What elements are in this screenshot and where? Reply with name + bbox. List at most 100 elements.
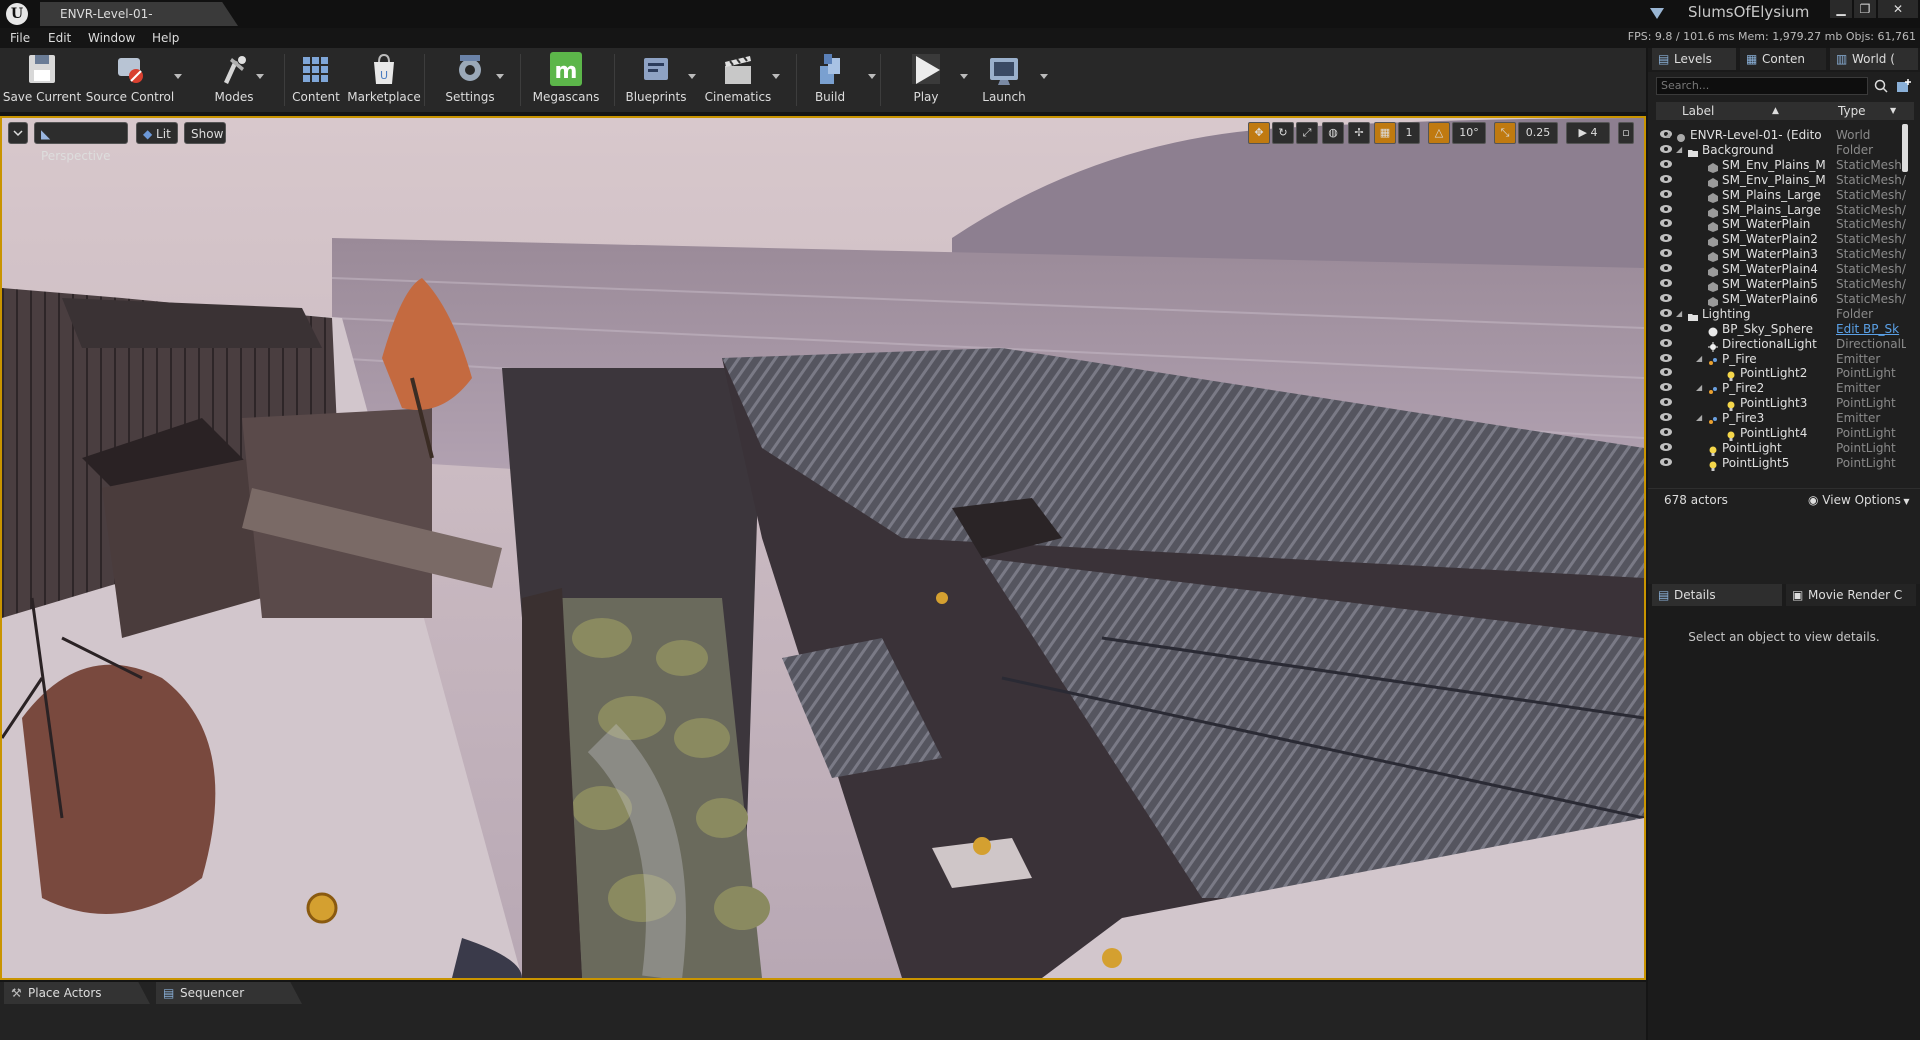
visibility-eye-icon[interactable] [1660,368,1672,377]
visibility-eye-icon[interactable] [1660,338,1672,347]
tab-details[interactable]: ▤ Details [1652,584,1782,606]
launch-icon [990,58,1018,85]
megascans-button[interactable]: m Megascans [530,48,602,112]
modes-dropdown-icon[interactable] [256,74,264,79]
visibility-eye-icon[interactable] [1660,264,1672,273]
visibility-eye-icon[interactable] [1660,457,1672,466]
surface-snap-button[interactable]: ✢ [1348,122,1370,144]
column-type-chevron-icon: ▼ [1890,106,1897,115]
lit-button[interactable]: ◆ Lit [136,122,178,144]
scale-tool-button[interactable]: ⤢ [1296,122,1318,144]
coordinate-system-button[interactable]: ◍ [1322,122,1344,144]
visibility-eye-icon[interactable] [1660,413,1672,422]
menu-window[interactable]: Window [88,28,135,48]
marketplace-icon: U [374,53,394,84]
visibility-eye-icon[interactable] [1660,308,1672,317]
visibility-eye-icon[interactable] [1660,144,1672,153]
add-folder-icon[interactable] [1896,78,1912,94]
play-dropdown-icon[interactable] [960,74,968,79]
save-current-label: Save Current [2,90,82,104]
outliner-row[interactable]: PointLight5 PointLight [1656,454,1906,472]
menu-help[interactable]: Help [152,28,179,48]
rotate-icon: ↻ [1278,126,1288,139]
static-mesh-icon [1708,294,1718,307]
column-label[interactable]: Label [1682,102,1714,120]
visibility-eye-icon[interactable] [1660,219,1672,228]
tab-levels[interactable]: ▤ Levels [1652,48,1736,70]
rotation-snap-value[interactable]: 10° [1452,122,1486,144]
source-control-button[interactable]: Source Control [86,48,182,112]
build-dropdown-icon[interactable] [868,74,876,79]
visibility-eye-icon[interactable] [1660,249,1672,258]
visibility-eye-icon[interactable] [1660,398,1672,407]
translate-tool-button[interactable]: ✥ [1248,122,1270,144]
tab-movie-render[interactable]: ▣ Movie Render C [1786,584,1916,606]
visibility-eye-icon[interactable] [1660,174,1672,183]
source-control-dropdown-icon[interactable] [174,74,182,79]
blueprints-dropdown-icon[interactable] [688,74,696,79]
save-current-button[interactable]: Save Current [3,48,81,112]
perspective-button[interactable]: ◣ Perspective [34,122,128,163]
maximize-button[interactable]: ❐ [1854,0,1876,18]
minimize-button[interactable]: ▁ [1830,0,1852,18]
level-viewport[interactable]: ◣ Perspective ◆ Lit Show ✥ ↻ ⤢ ◍ ✢ ▦ 1 △… [0,116,1646,980]
search-icon[interactable] [1874,79,1888,93]
tab-sequencer[interactable]: ▤ Sequencer [156,982,302,1004]
menu-edit[interactable]: Edit [48,28,71,48]
menu-file[interactable]: File [10,28,30,48]
visibility-eye-icon[interactable] [1660,293,1672,302]
point-light-icon [1708,458,1718,471]
show-button[interactable]: Show [184,122,226,144]
play-button[interactable]: Play [890,48,968,112]
close-button[interactable]: ✕ [1878,0,1918,18]
tab-place-actors[interactable]: ⚒ Place Actors [4,982,150,1004]
cinematics-label: Cinematics [704,90,772,104]
viewport-options-button[interactable] [8,122,28,144]
sky-sphere-icon [1708,324,1718,337]
content-browser-icon: ▦ [1746,52,1758,66]
visibility-eye-icon[interactable] [1660,383,1672,392]
launch-dropdown-icon[interactable] [1040,74,1048,79]
project-icon [1650,8,1664,19]
settings-dropdown-icon[interactable] [496,74,504,79]
point-light-icon [1708,443,1718,456]
maximize-viewport-button[interactable]: ▫ [1618,122,1634,144]
visibility-eye-icon[interactable] [1660,234,1672,243]
content-tab-label: Conten [1762,52,1806,66]
visibility-eye-icon[interactable] [1660,323,1672,332]
visibility-eye-icon[interactable] [1660,204,1672,213]
visibility-eye-icon[interactable] [1660,279,1672,287]
build-button[interactable]: Build [794,48,876,112]
scale-snap-value[interactable]: 0.25 [1518,122,1558,144]
cinematics-button[interactable]: Cinematics [702,48,780,112]
cinematics-dropdown-icon[interactable] [772,74,780,79]
column-type[interactable]: Type [1838,102,1866,120]
tab-world-outliner[interactable]: ▥ World ( [1830,48,1918,70]
scene-render[interactable] [2,118,1644,978]
angle-icon: △ [1434,126,1444,139]
settings-button[interactable]: Settings [434,48,506,112]
visibility-eye-icon[interactable] [1660,428,1672,436]
visibility-eye-icon[interactable] [1660,159,1672,168]
camera-speed-button[interactable]: ▶ 4 [1566,122,1610,144]
launch-button[interactable]: Launch [968,48,1048,112]
place-actors-label: Place Actors [28,986,102,1000]
grid-snap-button[interactable]: ▦ [1374,122,1396,144]
dead-bush [22,664,216,914]
scale-snap-button[interactable]: ⤡ [1494,122,1516,144]
view-options-button[interactable]: ◉ View Options ▼ [1808,493,1910,507]
visibility-eye-icon[interactable] [1660,442,1672,451]
level-document-tab[interactable]: ENVR-Level-01- [40,2,238,26]
modes-button[interactable]: Modes [198,48,270,112]
rotate-tool-button[interactable]: ↻ [1272,122,1294,144]
outliner-scrollbar[interactable] [1902,124,1908,172]
blueprints-button[interactable]: Blueprints [620,48,696,112]
search-input[interactable]: Search... [1656,77,1868,95]
tab-content[interactable]: ▦ Conten [1740,48,1826,70]
visibility-eye-icon[interactable] [1660,353,1672,362]
visibility-eye-icon[interactable] [1660,189,1672,198]
marketplace-button[interactable]: U Marketplace [347,48,421,112]
rotation-snap-button[interactable]: △ [1428,122,1450,144]
grid-size-value[interactable]: 1 [1398,122,1420,144]
static-mesh-icon [1708,234,1718,248]
